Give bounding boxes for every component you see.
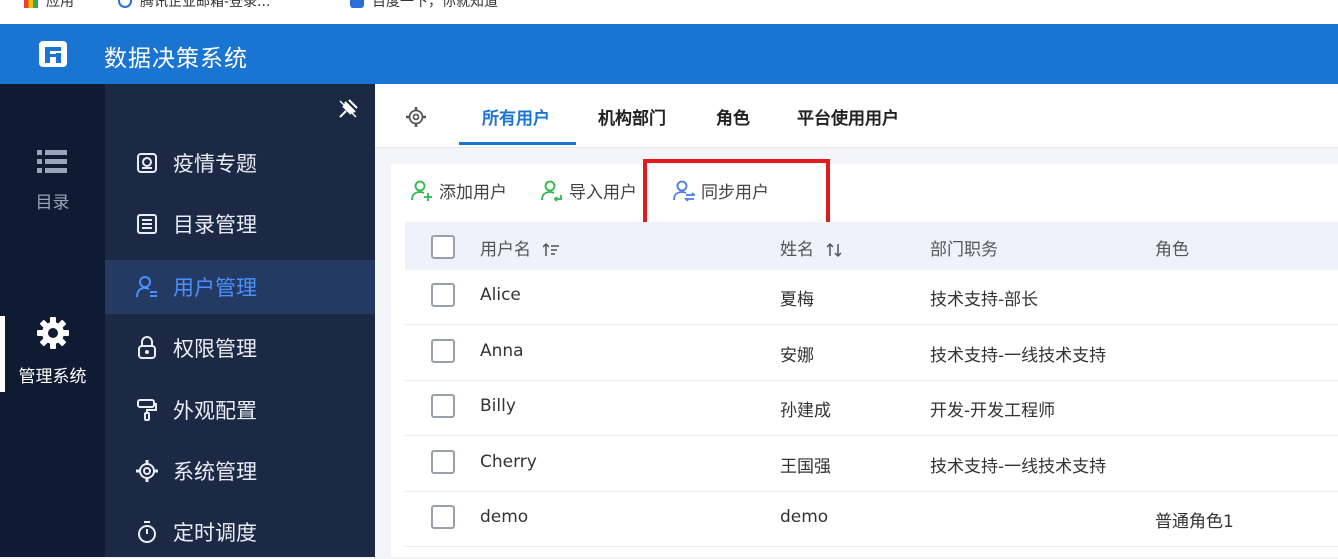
header-name-label: 姓名 bbox=[780, 240, 814, 260]
header-username-label: 用户名 bbox=[480, 240, 531, 260]
sidebar-item-label: 权限管理 bbox=[173, 337, 257, 361]
gear-icon bbox=[36, 317, 69, 349]
sidebar-item-label: 目录管理 bbox=[173, 213, 257, 237]
sidebar-item-label: 疫情专题 bbox=[173, 152, 257, 176]
cell-username: Cherry bbox=[480, 452, 537, 472]
tab-platform-users[interactable]: 平台使用用户 bbox=[797, 104, 899, 129]
tab-roles[interactable]: 角色 bbox=[716, 104, 750, 129]
cell-name: 王国强 bbox=[780, 457, 831, 477]
sidebar: 疫情专题 目录管理 用户管理 权限管理 外观配置 系统管理 定时调度 bbox=[105, 84, 375, 557]
add-user-icon bbox=[411, 180, 432, 201]
gear-icon bbox=[135, 459, 159, 483]
import-user-button[interactable]: 导入用户 bbox=[541, 178, 637, 203]
add-user-label: 添加用户 bbox=[439, 183, 507, 203]
rail-item-label: 目录 bbox=[35, 193, 70, 213]
select-all-checkbox[interactable] bbox=[431, 235, 455, 259]
bookmark-apps[interactable]: 应用 bbox=[24, 0, 74, 11]
sidebar-item-label: 用户管理 bbox=[173, 276, 257, 300]
sidebar-item-schedule[interactable]: 定时调度 bbox=[105, 505, 375, 559]
bookmark-label: 应用 bbox=[46, 0, 74, 10]
sidebar-item-permissions[interactable]: 权限管理 bbox=[105, 321, 375, 375]
table-row[interactable]: Alice 夏梅 技术支持-部长 bbox=[405, 270, 1338, 325]
table-row[interactable]: Anna 安娜 技术支持-一线技术支持 bbox=[405, 326, 1338, 381]
app-title: 数据决策系统 bbox=[104, 46, 248, 72]
timer-icon bbox=[135, 520, 159, 544]
sidebar-item-label: 系统管理 bbox=[173, 460, 257, 484]
sidebar-item-label: 外观配置 bbox=[173, 399, 257, 423]
tab-all-users[interactable]: 所有用户 bbox=[482, 104, 550, 129]
bookmark-tencent-mail[interactable]: 腾讯企业邮箱-登录... bbox=[118, 0, 270, 11]
active-tab-indicator bbox=[459, 142, 576, 145]
cell-username: Anna bbox=[480, 341, 524, 361]
cell-dept: 技术支持-一线技术支持 bbox=[930, 346, 1107, 366]
sidebar-item-catalog[interactable]: 目录管理 bbox=[105, 197, 375, 251]
cell-name: 安娜 bbox=[780, 346, 814, 366]
cell-dept: 开发-开发工程师 bbox=[930, 401, 1056, 421]
row-checkbox[interactable] bbox=[431, 505, 455, 529]
bookmark-baidu[interactable]: 百度一下，你就知道 bbox=[350, 0, 498, 11]
baidu-icon bbox=[350, 0, 364, 8]
sidebar-item-users[interactable]: 用户管理 bbox=[105, 260, 375, 314]
lock-icon bbox=[135, 336, 159, 360]
cell-name: 夏梅 bbox=[780, 290, 814, 310]
sort-both-icon[interactable] bbox=[825, 242, 843, 258]
app-logo-icon bbox=[39, 41, 67, 67]
sidebar-item-epidemic[interactable]: 疫情专题 bbox=[105, 136, 375, 190]
sort-icon[interactable] bbox=[542, 242, 560, 258]
table-row[interactable]: Cherry 王国强 技术支持-一线技术支持 bbox=[405, 437, 1338, 492]
tab-departments[interactable]: 机构部门 bbox=[598, 104, 666, 129]
sidebar-item-appearance[interactable]: 外观配置 bbox=[105, 383, 375, 437]
cell-dept: 技术支持-部长 bbox=[930, 290, 1039, 310]
sidebar-item-system[interactable]: 系统管理 bbox=[105, 444, 375, 498]
cell-name: 孙建成 bbox=[780, 401, 831, 421]
rail-item-label: 管理系统 bbox=[18, 367, 87, 387]
cell-name: demo bbox=[780, 507, 829, 527]
row-checkbox[interactable] bbox=[431, 450, 455, 474]
cell-username: Billy bbox=[480, 396, 516, 416]
row-checkbox[interactable] bbox=[431, 339, 455, 363]
row-checkbox[interactable] bbox=[431, 394, 455, 418]
bookmark-label: 百度一下，你就知道 bbox=[372, 0, 498, 10]
left-rail: 目录 管理系统 bbox=[0, 84, 105, 557]
main-content: 所有用户 机构部门 角色 平台使用用户 添加用户 导入用户 同步用户 用户名 姓… bbox=[375, 84, 1338, 557]
import-user-label: 导入用户 bbox=[569, 183, 637, 203]
users-panel: 添加用户 导入用户 同步用户 用户名 姓名 部门职务 角色 Alice 夏梅 技… bbox=[391, 159, 1338, 557]
row-checkbox[interactable] bbox=[431, 283, 455, 307]
user-icon bbox=[135, 275, 159, 299]
cell-username: Alice bbox=[480, 285, 521, 305]
paint-roller-icon bbox=[135, 398, 159, 422]
app-header: 数据决策系统 bbox=[0, 24, 1338, 84]
catalog-icon bbox=[135, 212, 159, 236]
dashboard-icon bbox=[135, 151, 159, 175]
tab-bar: 所有用户 机构部门 角色 平台使用用户 bbox=[375, 84, 1338, 148]
add-user-button[interactable]: 添加用户 bbox=[411, 178, 507, 203]
table-header: 用户名 姓名 部门职务 角色 bbox=[405, 222, 1338, 270]
apps-icon bbox=[24, 0, 38, 8]
cell-username: demo bbox=[480, 507, 529, 527]
settings-gear-icon[interactable] bbox=[405, 106, 427, 128]
rail-item-manage[interactable]: 管理系统 bbox=[0, 316, 105, 392]
mail-icon bbox=[118, 0, 132, 8]
header-name[interactable]: 姓名 bbox=[780, 235, 843, 260]
bookmark-label: 腾讯企业邮箱-登录... bbox=[140, 0, 271, 10]
header-username[interactable]: 用户名 bbox=[480, 235, 560, 260]
header-dept: 部门职务 bbox=[930, 240, 998, 260]
header-role: 角色 bbox=[1155, 240, 1189, 260]
table-row[interactable]: Billy 孙建成 开发-开发工程师 bbox=[405, 381, 1338, 436]
cell-role: 普通角色1 bbox=[1155, 512, 1234, 532]
import-user-icon bbox=[541, 180, 562, 202]
pin-icon[interactable] bbox=[337, 98, 359, 120]
rail-item-catalog[interactable]: 目录 bbox=[0, 148, 105, 213]
table-row[interactable]: demo demo 普通角色1 bbox=[405, 492, 1338, 547]
bookmarks-bar: 应用 腾讯企业邮箱-登录... 百度一下，你就知道 bbox=[0, 0, 1338, 24]
cell-dept: 技术支持-一线技术支持 bbox=[930, 457, 1107, 477]
list-icon bbox=[36, 150, 67, 173]
sidebar-item-label: 定时调度 bbox=[173, 521, 257, 545]
